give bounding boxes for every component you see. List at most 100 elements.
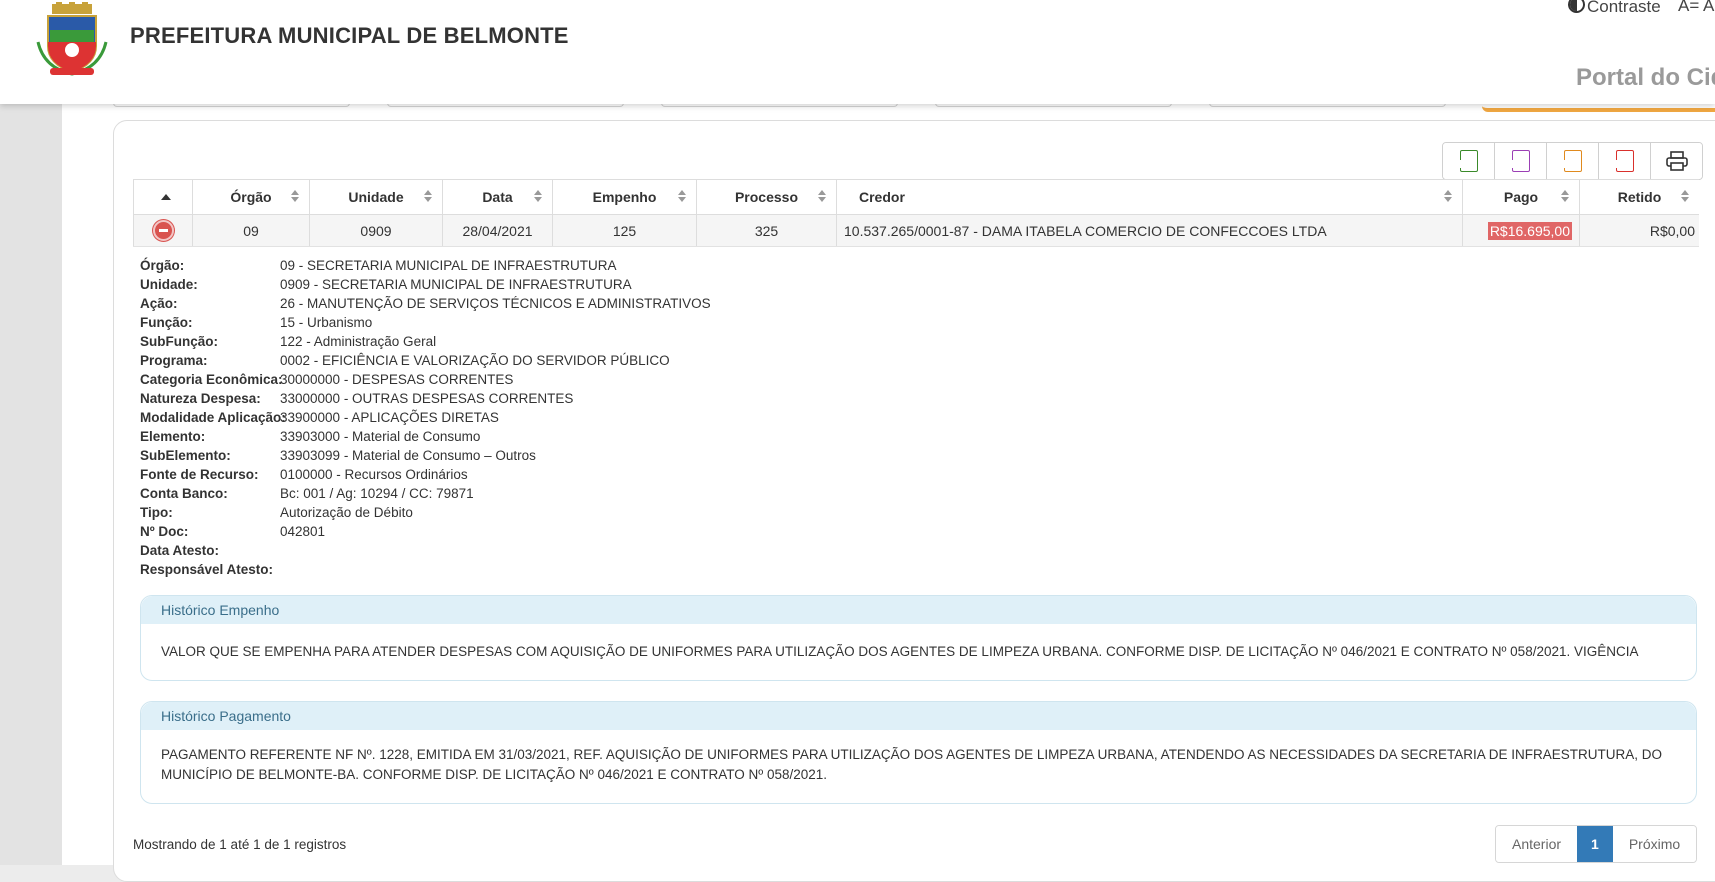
printer-icon bbox=[1665, 151, 1688, 171]
detail-row: Modalidade Aplicação: 33900000 - APLICAÇÕ… bbox=[140, 408, 711, 427]
detail-value: 09 - SECRETARIA MUNICIPAL DE INFRAESTRUT… bbox=[280, 258, 617, 273]
export-toolbar: XLSX CSV XML PDF bbox=[1442, 142, 1703, 180]
table-row[interactable]: 09 0909 28/04/2021 125 325 10.537.265/00… bbox=[133, 215, 1699, 247]
expense-details-list: Órgão: 09 - SECRETARIA MUNICIPAL DE INFRA… bbox=[140, 256, 711, 579]
portal-title[interactable]: Portal do Cid bbox=[1576, 64, 1715, 92]
detail-label: Elemento: bbox=[140, 429, 206, 444]
historico-empenho-panel: Histórico Empenho VALOR QUE SE EMPENHA P… bbox=[140, 595, 1697, 681]
cell-orgao: 09 bbox=[193, 215, 310, 246]
cell-pago: R$16.695,00 bbox=[1463, 215, 1580, 246]
detail-value: 33000000 - OUTRAS DESPESAS CORRENTES bbox=[280, 391, 574, 406]
cell-processo: 325 bbox=[697, 215, 837, 246]
detail-row: Conta Banco: Bc: 001 / Ag: 10294 / CC: 79… bbox=[140, 484, 711, 503]
detail-row: Função: 15 - Urbanismo bbox=[140, 313, 711, 332]
column-header-empenho[interactable]: Empenho bbox=[553, 180, 697, 214]
column-header-retido[interactable]: Retido bbox=[1580, 180, 1699, 214]
cell-empenho: 125 bbox=[553, 215, 697, 246]
pagination: Anterior 1 Próximo bbox=[1495, 825, 1698, 863]
page-1-button[interactable]: 1 bbox=[1577, 826, 1613, 862]
font-size-control[interactable]: A= A bbox=[1678, 0, 1714, 16]
site-title: PREFEITURA MUNICIPAL DE BELMONTE bbox=[130, 23, 569, 48]
detail-label: Responsável Atesto: bbox=[140, 562, 274, 577]
records-info: Mostrando de 1 até 1 de 1 registros bbox=[133, 837, 347, 852]
detail-value: Bc: 001 / Ag: 10294 / CC: 79871 bbox=[280, 486, 474, 501]
historico-empenho-text: VALOR QUE SE EMPENHA PARA ATENDER DESPES… bbox=[161, 644, 1639, 659]
collapse-minus-icon[interactable] bbox=[152, 220, 174, 241]
xml-file-icon: XML bbox=[1560, 150, 1582, 172]
detail-row: Tipo: Autorização de Débito bbox=[140, 503, 711, 522]
pdf-file-icon: PDF bbox=[1612, 150, 1634, 172]
column-header-pago[interactable]: Pago bbox=[1463, 180, 1580, 214]
detail-value: 0100000 - Recursos Ordinários bbox=[280, 467, 468, 482]
export-xlsx-button[interactable]: XLSX bbox=[1443, 143, 1495, 179]
detail-row: Elemento: 33903000 - Material de Consumo bbox=[140, 427, 711, 446]
detail-label: SubFunção: bbox=[140, 334, 218, 349]
detail-label: Data Atesto: bbox=[140, 543, 220, 558]
column-header-processo[interactable]: Processo bbox=[697, 180, 837, 214]
detail-label: Órgão: bbox=[140, 258, 185, 273]
detail-label: Conta Banco: bbox=[140, 486, 228, 501]
detail-row: Fonte de Recurso: 0100000 - Recursos Ordi… bbox=[140, 465, 711, 484]
detail-value: 042801 bbox=[280, 524, 326, 539]
detail-value: 33903000 - Material de Consumo bbox=[280, 429, 481, 444]
export-csv-button[interactable]: CSV bbox=[1495, 143, 1547, 179]
detail-value: 15 - Urbanismo bbox=[280, 315, 373, 330]
export-pdf-button[interactable]: PDF bbox=[1599, 143, 1651, 179]
row-collapse-toggle[interactable] bbox=[133, 215, 193, 246]
pago-value: R$16.695,00 bbox=[1487, 221, 1572, 240]
detail-label: SubElemento: bbox=[140, 448, 231, 463]
cell-credor: 10.537.265/0001-87 - DAMA ITABELA COMERC… bbox=[837, 215, 1463, 246]
csv-file-icon: CSV bbox=[1508, 150, 1530, 172]
column-header-credor[interactable]: Credor bbox=[837, 180, 1463, 214]
historico-pagamento-panel: Histórico Pagamento PAGAMENTO REFERENTE … bbox=[140, 701, 1697, 804]
column-header-data[interactable]: Data bbox=[443, 180, 553, 214]
detail-value: Autorização de Débito bbox=[280, 505, 413, 520]
historico-pagamento-title: Histórico Pagamento bbox=[141, 702, 1696, 730]
print-button[interactable] bbox=[1651, 143, 1702, 179]
detail-row: Nº Doc: 042801 bbox=[140, 522, 711, 541]
contrast-label: Contraste bbox=[1587, 0, 1661, 16]
detail-label: Natureza Despesa: bbox=[140, 391, 261, 406]
detail-row: SubFunção: 122 - Administração Geral bbox=[140, 332, 711, 351]
detail-value: 26 - MANUTENÇÃO DE SERVIÇOS TÉCNICOS E A… bbox=[280, 296, 711, 311]
contrast-icon bbox=[1568, 0, 1585, 13]
detail-label: Tipo: bbox=[140, 505, 173, 520]
column-header-unidade[interactable]: Unidade bbox=[310, 180, 443, 214]
contrast-toggle[interactable]: Contraste bbox=[1568, 0, 1661, 17]
detail-row: SubElemento: 33903099 - Material de Consu… bbox=[140, 446, 711, 465]
left-sidebar-strip bbox=[0, 0, 62, 865]
detail-label: Ação: bbox=[140, 296, 178, 311]
detail-row: Órgão: 09 - SECRETARIA MUNICIPAL DE INFRA… bbox=[140, 256, 711, 275]
detail-value: 30000000 - DESPESAS CORRENTES bbox=[280, 372, 514, 387]
next-page-button[interactable]: Próximo bbox=[1612, 826, 1697, 862]
cell-data: 28/04/2021 bbox=[443, 215, 553, 246]
xlsx-file-icon: XLSX bbox=[1456, 150, 1478, 172]
detail-row: Data Atesto: bbox=[140, 541, 711, 560]
detail-label: Modalidade Aplicação: bbox=[140, 410, 286, 425]
historico-empenho-title: Histórico Empenho bbox=[141, 596, 1696, 624]
city-coat-of-arms-logo[interactable] bbox=[34, 2, 110, 78]
detail-row: Programa: 0002 - EFICIÊNCIA E VALORIZAÇÃO… bbox=[140, 351, 711, 370]
sort-asc-icon bbox=[161, 194, 171, 200]
column-header-expand[interactable] bbox=[133, 180, 193, 214]
detail-row: Natureza Despesa: 33000000 - OUTRAS DESPE… bbox=[140, 389, 711, 408]
detail-value: 33903099 - Material de Consumo – Outros bbox=[280, 448, 536, 463]
prev-page-button[interactable]: Anterior bbox=[1496, 826, 1578, 862]
detail-label: Categoria Econômica: bbox=[140, 372, 283, 387]
detail-label: Unidade: bbox=[140, 277, 198, 292]
detail-label: Programa: bbox=[140, 353, 208, 368]
detail-label: Nº Doc: bbox=[140, 524, 189, 539]
historico-pagamento-text: PAGAMENTO REFERENTE NF Nº. 1228, EMITIDA… bbox=[161, 747, 1663, 782]
site-header: PREFEITURA MUNICIPAL DE BELMONTE Contras… bbox=[0, 0, 1715, 104]
detail-label: Função: bbox=[140, 315, 193, 330]
detail-value: 0002 - EFICIÊNCIA E VALORIZAÇÃO DO SERVI… bbox=[280, 353, 670, 368]
cell-unidade: 0909 bbox=[310, 215, 443, 246]
detail-label: Fonte de Recurso: bbox=[140, 467, 259, 482]
detail-value: 33900000 - APLICAÇÕES DIRETAS bbox=[280, 410, 499, 425]
column-header-orgao[interactable]: Órgão bbox=[193, 180, 310, 214]
cell-retido: R$0,00 bbox=[1649, 222, 1695, 239]
detail-value: 122 - Administração Geral bbox=[280, 334, 437, 349]
detail-value: 0909 - SECRETARIA MUNICIPAL DE INFRAESTR… bbox=[280, 277, 632, 292]
table-header-row: Órgão Unidade Data Empenho Processo Cred… bbox=[133, 179, 1699, 216]
export-xml-button[interactable]: XML bbox=[1547, 143, 1599, 179]
